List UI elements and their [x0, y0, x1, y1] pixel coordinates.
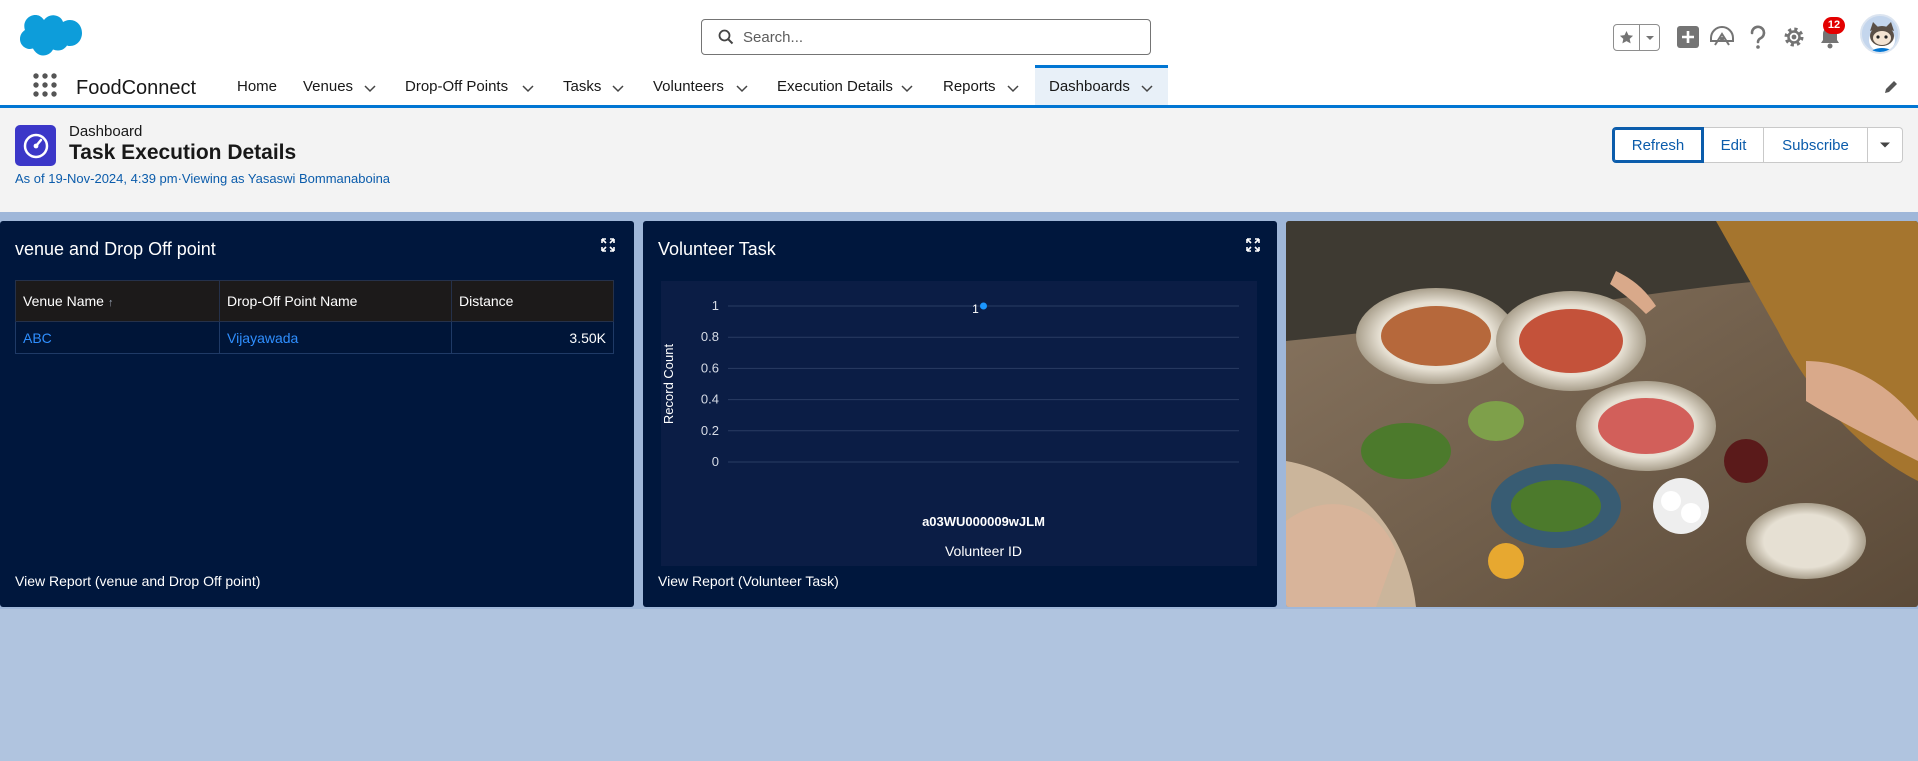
distance-value: 3.50K [451, 321, 614, 354]
data-label: 1 [972, 302, 979, 316]
nav-item-label: Reports [943, 78, 996, 95]
page-header: Dashboard Task Execution Details As of 1… [0, 108, 1918, 212]
notification-count-badge: 12 [1823, 17, 1845, 34]
volunteer-task-chart: 0 0.2 0.4 0.6 0.8 1 a03WU000009wJLM 1 Volunteer … [661, 281, 1257, 566]
chevron-down-icon [1880, 142, 1890, 148]
y-tick-label: 0.8 [701, 329, 719, 344]
volunteer-task-widget: Volunteer Task 0 0.2 0.4 0.6 0.8 1 a03WU000009… [643, 221, 1277, 607]
star-icon [1619, 30, 1634, 44]
venue-name-link[interactable]: ABC [15, 321, 220, 354]
edit-nav-pencil-icon[interactable] [1883, 79, 1899, 95]
venue-table: Venue Name ↑ Drop-Off Point Name Distance… [15, 280, 614, 354]
food-table-photo [1286, 221, 1918, 607]
column-header-drop-off-point-name[interactable]: Drop-Off Point Name [219, 280, 452, 322]
add-icon [1677, 26, 1699, 48]
dashboard-icon [15, 125, 56, 166]
nav-item-label: Drop-Off Points [405, 78, 509, 95]
y-tick-label: 0.2 [701, 423, 719, 438]
drop-off-point-link[interactable]: Vijayawada [219, 321, 452, 354]
dashboard-button-group: Refresh Edit Subscribe [1612, 127, 1903, 163]
nav-item-reports[interactable]: Reports [943, 68, 1003, 105]
nav-item-volunteers[interactable]: Volunteers [653, 68, 728, 105]
column-header-label: Venue Name [23, 293, 104, 309]
nav-item-label: Volunteers [653, 78, 724, 95]
food-image-widget [1286, 221, 1918, 607]
page-title: Task Execution Details [69, 141, 297, 164]
favorites-button-group [1613, 24, 1660, 51]
refresh-button[interactable]: Refresh [1612, 127, 1704, 163]
help-icon [1750, 25, 1766, 49]
y-tick-label: 0.6 [701, 360, 719, 375]
widget-title: Volunteer Task [658, 239, 776, 259]
y-tick-label: 0.4 [701, 392, 719, 407]
astro-avatar-icon [1862, 16, 1898, 52]
chevron-down-icon[interactable] [1005, 80, 1021, 96]
x-axis-title: Volunteer ID [945, 543, 1022, 559]
gauge-icon [23, 133, 48, 158]
salesforce-cloud-icon[interactable] [16, 12, 84, 60]
widget-title: venue and Drop Off point [15, 239, 216, 259]
expand-icon[interactable] [601, 238, 615, 252]
table-header-row: Venue Name ↑ Drop-Off Point Name Distance [15, 280, 614, 322]
nav-item-home[interactable]: Home [237, 68, 287, 105]
chevron-down-icon[interactable] [1139, 80, 1155, 96]
nav-item-tasks[interactable]: Tasks [563, 68, 603, 105]
nav-item-execution-details[interactable]: Execution Details [777, 68, 897, 105]
x-tick-label: a03WU000009wJLM [922, 514, 1045, 529]
nav-item-label: Venues [303, 78, 354, 95]
view-report-link[interactable]: View Report (Volunteer Task) [658, 573, 839, 589]
global-header: 12 [0, 0, 1918, 68]
app-nav-bar: FoodConnect Home Venues Drop-Off Points … [0, 65, 1918, 108]
nav-item-label: Execution Details [777, 78, 893, 95]
app-name: FoodConnect [76, 77, 197, 99]
search-icon [718, 29, 734, 45]
table-row: ABC Vijayawada 3.50K [15, 321, 614, 354]
gear-icon [1784, 27, 1804, 47]
global-search[interactable] [701, 19, 1151, 55]
trailhead-icon [1710, 25, 1734, 46]
view-report-link[interactable]: View Report (venue and Drop Off point) [15, 573, 260, 589]
favorites-star-button[interactable] [1614, 25, 1640, 50]
sort-ascending-icon: ↑ [107, 297, 114, 309]
trailhead-button[interactable] [1709, 24, 1735, 50]
chart-svg: 0 0.2 0.4 0.6 0.8 1 a03WU000009wJLM 1 Volunteer … [661, 298, 1239, 559]
nav-item-label: Dashboards [1049, 78, 1130, 95]
object-type-label: Dashboard [69, 123, 143, 140]
favorites-menu-button[interactable] [1640, 25, 1659, 50]
chevron-down-icon[interactable] [610, 80, 626, 96]
global-actions-button[interactable] [1675, 24, 1701, 50]
expand-icon[interactable] [1246, 238, 1260, 252]
chevron-down-icon [1645, 35, 1654, 40]
nav-item-label: Home [237, 78, 278, 95]
data-point [980, 302, 987, 310]
column-header-distance[interactable]: Distance [451, 280, 614, 322]
search-input[interactable] [743, 28, 1143, 46]
chevron-down-icon[interactable] [520, 80, 536, 96]
y-axis-title: Record Count [661, 344, 676, 425]
edit-button[interactable]: Edit [1704, 127, 1764, 163]
avatar[interactable] [1860, 14, 1900, 54]
nav-item-drop-off-points[interactable]: Drop-Off Points [405, 68, 515, 105]
nav-item-label: Tasks [563, 78, 602, 95]
y-tick-label: 0 [712, 454, 719, 469]
help-button[interactable] [1745, 24, 1771, 50]
chevron-down-icon[interactable] [899, 80, 915, 96]
setup-button[interactable] [1781, 24, 1807, 50]
nav-item-dashboards[interactable]: Dashboards [1035, 65, 1168, 105]
venue-drop-off-widget: venue and Drop Off point Venue Name ↑ Dro… [0, 221, 634, 607]
chevron-down-icon[interactable] [362, 80, 378, 96]
y-tick-label: 1 [712, 298, 719, 313]
column-header-venue-name[interactable]: Venue Name ↑ [15, 280, 220, 322]
subscribe-button[interactable]: Subscribe [1764, 127, 1868, 163]
as-of-timestamp: As of 19-Nov-2024, 4:39 pm·Viewing as Ya… [15, 171, 391, 186]
app-launcher-icon[interactable] [32, 72, 58, 98]
dashboard-canvas: venue and Drop Off point Venue Name ↑ Dro… [0, 212, 1918, 761]
more-actions-button[interactable] [1868, 127, 1903, 163]
chevron-down-icon[interactable] [734, 80, 750, 96]
